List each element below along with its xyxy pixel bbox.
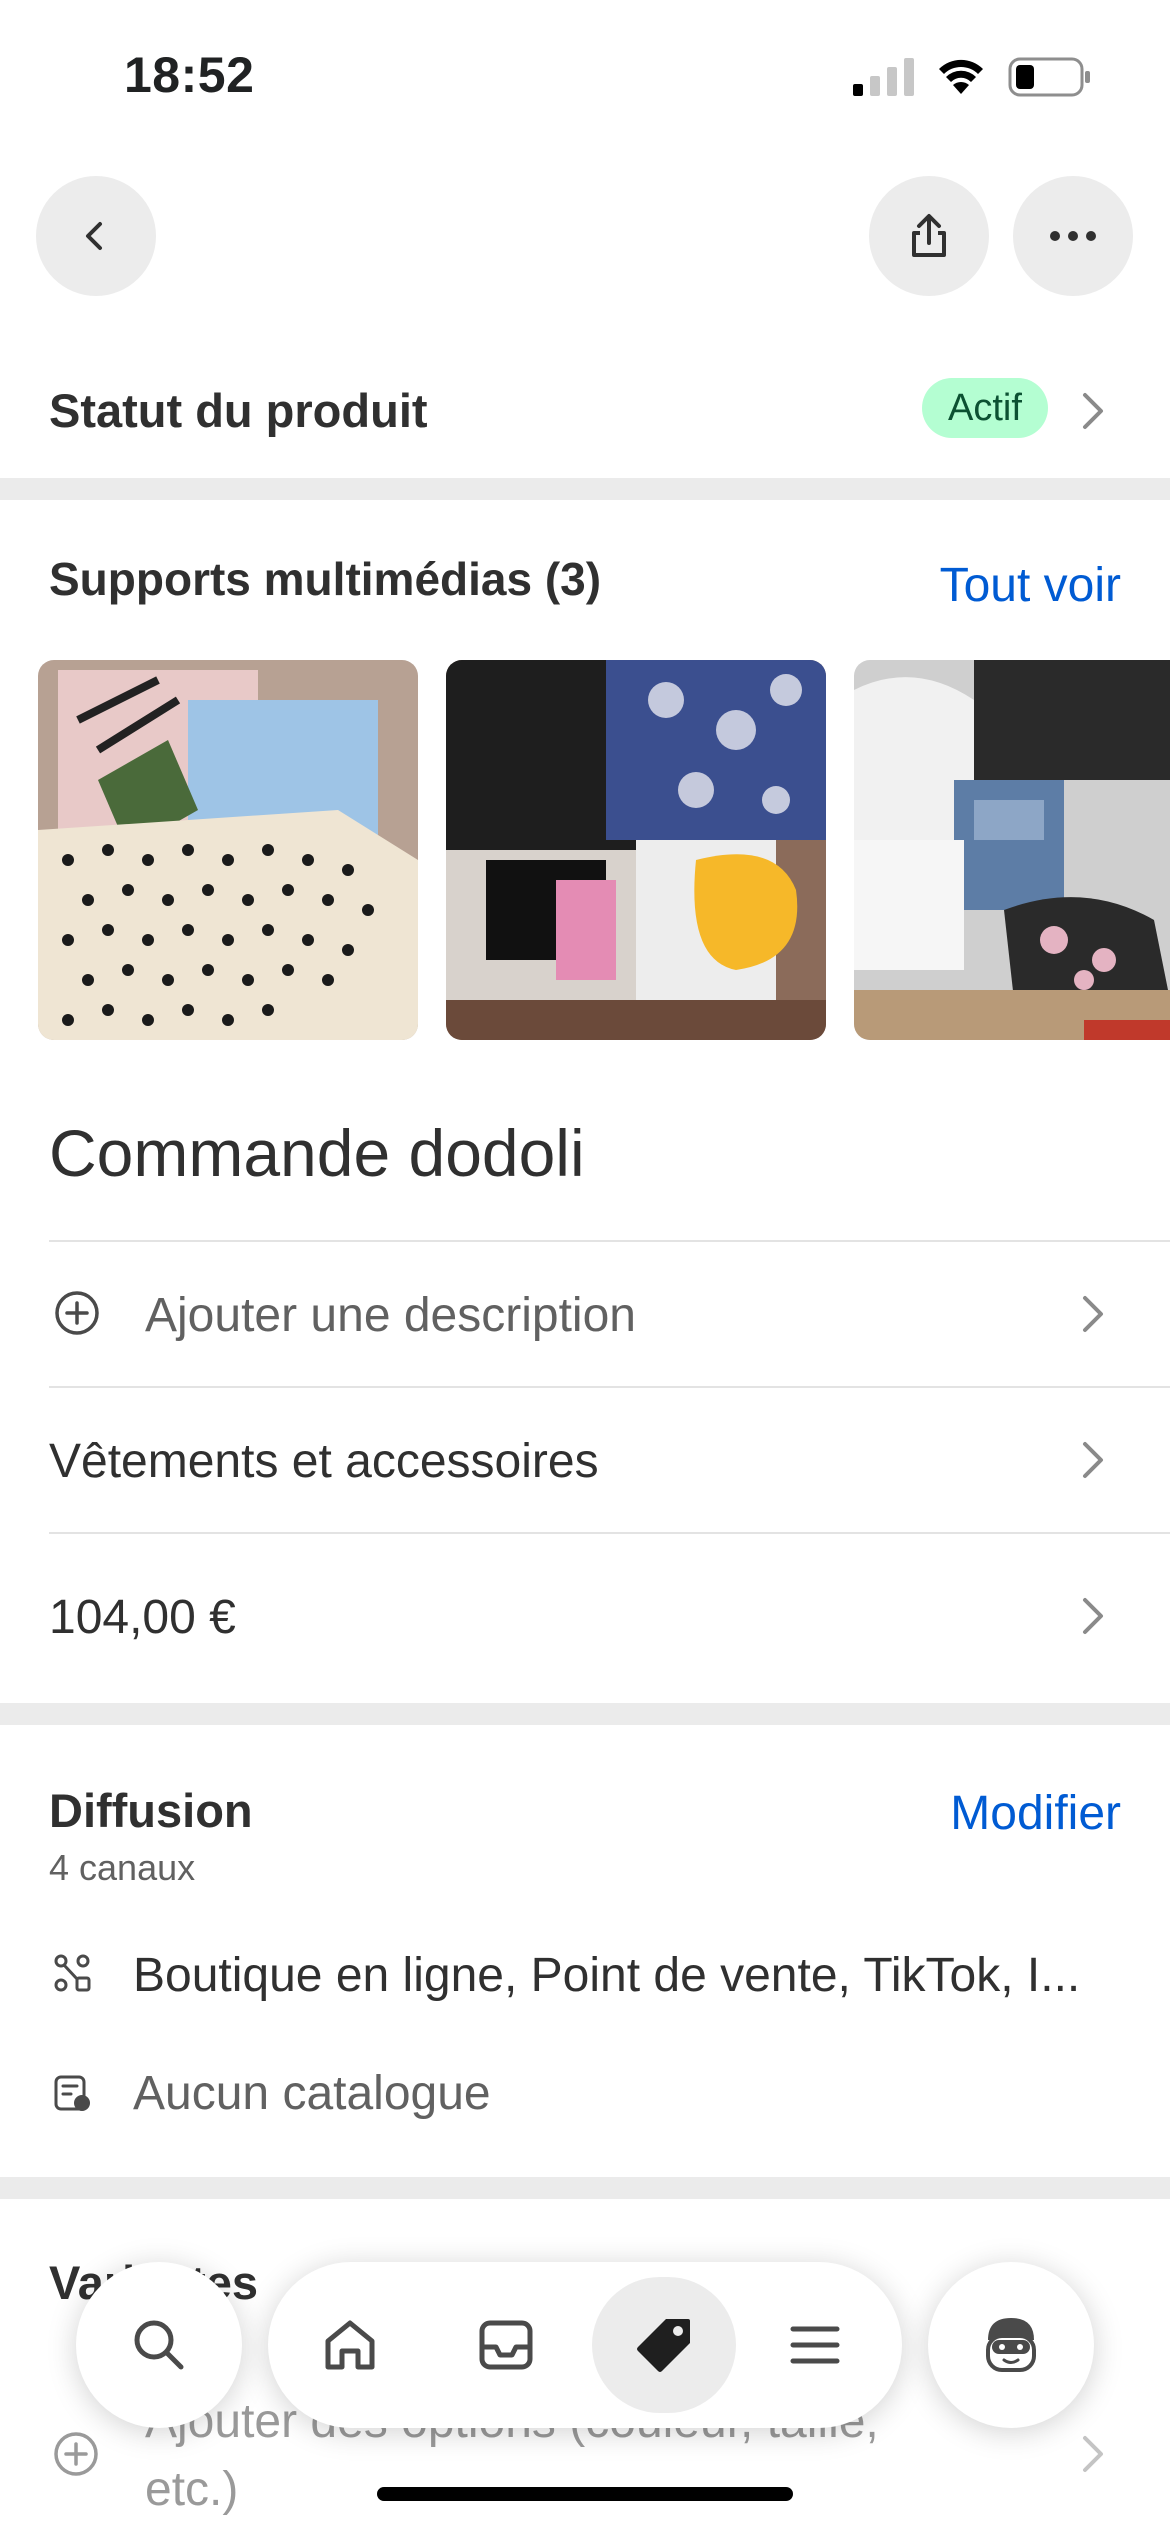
ellipsis-icon (1050, 231, 1096, 241)
home-icon (325, 2320, 375, 2370)
share-button[interactable] (869, 176, 989, 296)
wifi-icon (939, 59, 983, 94)
menu-icon (790, 2326, 840, 2364)
more-button[interactable] (1013, 176, 1133, 296)
nav-inbox-button[interactable] (465, 2304, 547, 2386)
section-divider (0, 2177, 1170, 2199)
product-photo-2[interactable] (446, 660, 826, 1040)
section-divider (0, 478, 1170, 500)
see-all-link[interactable]: Tout voir (940, 558, 1121, 613)
media-section-title: Supports multimédias (3) (49, 553, 602, 605)
distribution-title: Diffusion (49, 1784, 253, 1837)
product-photo-3[interactable] (854, 660, 1170, 1040)
plus-circle-icon (54, 2432, 98, 2476)
edit-distribution-link[interactable]: Modifier (950, 1786, 1121, 1841)
share-icon (912, 214, 946, 257)
category-row[interactable]: Vêtements et accessoires (49, 1386, 1170, 1532)
chevron-right-icon (1083, 2436, 1103, 2472)
battery-icon (1008, 57, 1090, 97)
catalog-icon (54, 2075, 90, 2111)
product-photo-1[interactable] (38, 660, 418, 1040)
chevron-right-icon (1083, 1598, 1103, 1634)
cellular-signal-icon (853, 58, 914, 96)
product-title[interactable]: Commande dodoli (49, 1115, 585, 1191)
chevron-right-icon (1083, 393, 1103, 429)
avatar-icon (986, 2318, 1036, 2372)
nav-search-button[interactable] (76, 2262, 242, 2428)
status-bar: 18:52 (0, 0, 1170, 150)
price-row[interactable]: 104,00 € (49, 1532, 1170, 1700)
status-time: 18:52 (124, 47, 255, 103)
chevron-right-icon (1083, 1296, 1103, 1332)
category-label: Vêtements et accessoires (49, 1435, 599, 1488)
nav-products-button[interactable] (623, 2304, 705, 2386)
chevron-right-icon (1083, 1442, 1103, 1478)
back-button[interactable] (36, 176, 156, 296)
status-badge: Actif (922, 378, 1048, 438)
nav-menu-button[interactable] (774, 2304, 856, 2386)
home-indicator (377, 2487, 793, 2501)
search-icon (134, 2320, 184, 2370)
product-status-row[interactable]: Statut du produit Actif (0, 355, 1170, 467)
add-description-label: Ajouter une description (145, 1289, 636, 1342)
plus-circle-icon (55, 1291, 99, 1335)
channels-list[interactable]: Boutique en ligne, Point de vente, TikTo… (133, 1948, 1133, 2003)
nav-assistant-button[interactable] (928, 2262, 1094, 2428)
add-options-label-cont: etc.) (145, 2463, 239, 2516)
price-label: 104,00 € (49, 1591, 236, 1644)
product-status-label: Statut du produit (49, 384, 428, 437)
distribution-subtitle: 4 canaux (49, 1847, 196, 1888)
channels-icon (54, 1954, 91, 1992)
catalog-label[interactable]: Aucun catalogue (133, 2066, 491, 2121)
tag-icon (637, 2319, 690, 2372)
inbox-icon (479, 2320, 533, 2370)
chevron-left-icon (86, 222, 102, 250)
section-divider (0, 1703, 1170, 1725)
nav-home-button[interactable] (309, 2304, 391, 2386)
add-description-row[interactable]: Ajouter une description (49, 1240, 1170, 1386)
